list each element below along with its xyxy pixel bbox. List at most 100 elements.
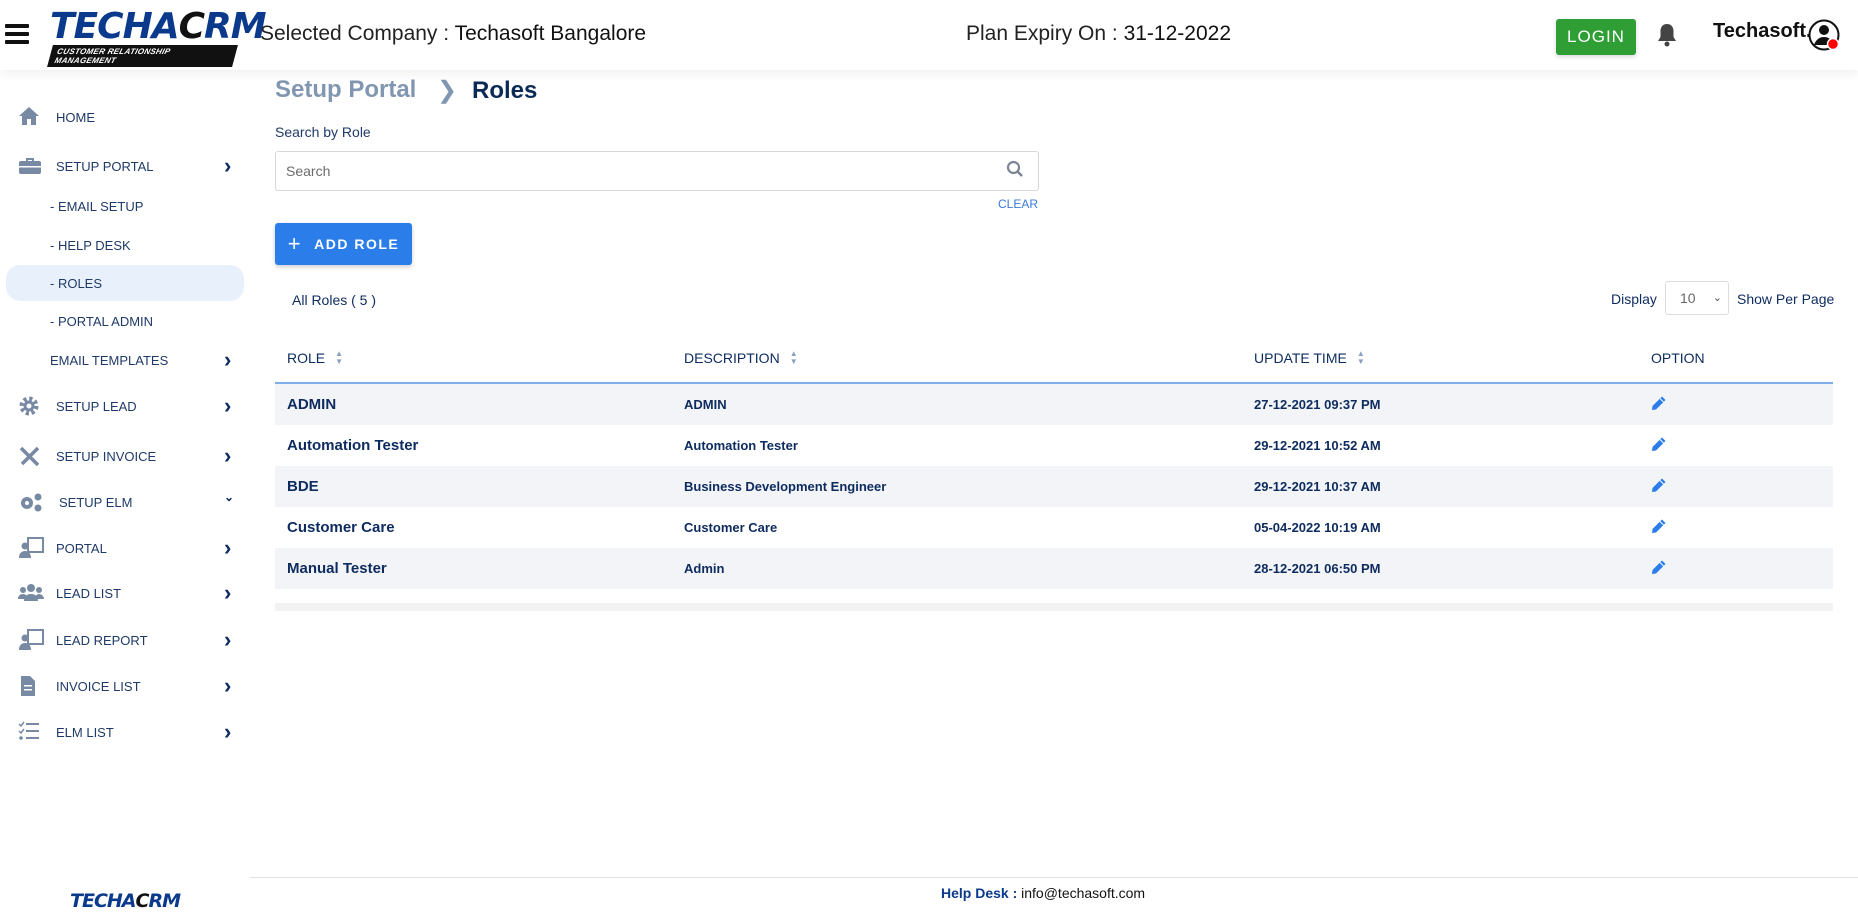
sort-icon[interactable]: ▲ ▼ bbox=[790, 350, 798, 366]
edit-pencil-icon[interactable] bbox=[1651, 559, 1667, 575]
sidebar-item-label: LEAD LIST bbox=[56, 585, 122, 601]
role-description: Customer Care bbox=[684, 520, 778, 535]
checklist-icon bbox=[18, 721, 44, 743]
gears-icon bbox=[18, 491, 44, 513]
presentation-icon bbox=[18, 537, 44, 559]
sidebar-item-setup-elm[interactable]: SETUP ELM ⌄ bbox=[6, 484, 244, 520]
table-row: ADMIN ADMIN 27-12-2021 09:37 PM bbox=[275, 384, 1833, 425]
sidebar-item-label: HOME bbox=[56, 109, 95, 125]
sort-icon[interactable]: ▲ ▼ bbox=[1357, 350, 1365, 366]
sidebar-item-portal[interactable]: PORTAL › bbox=[6, 530, 244, 566]
sidebar-item-help-desk[interactable]: - HELP DESK bbox=[6, 227, 244, 263]
edit-pencil-icon[interactable] bbox=[1651, 477, 1667, 493]
chevron-right-icon[interactable]: › bbox=[224, 535, 231, 561]
chevron-right-icon[interactable]: › bbox=[224, 580, 231, 606]
display-label: Display bbox=[1611, 291, 1657, 307]
sidebar-item-label: SETUP ELM bbox=[59, 494, 133, 510]
sidebar-item-email-templates[interactable]: EMAIL TEMPLATES › bbox=[6, 342, 244, 378]
sidebar-item-invoice-list[interactable]: INVOICE LIST › bbox=[6, 668, 244, 704]
role-description: Automation Tester bbox=[684, 438, 798, 453]
sidebar-item-label: - PORTAL ADMIN bbox=[50, 313, 154, 329]
table-header: ROLE ▲ ▼ DESCRIPTION ▲ ▼ UPDATE TIME ▲ ▼ OPTIO… bbox=[275, 335, 1833, 384]
role-description: Admin bbox=[684, 561, 725, 576]
document-icon bbox=[18, 675, 44, 697]
show-per-page-label: Show Per Page bbox=[1737, 291, 1835, 307]
sidebar-item-label: ELM LIST bbox=[56, 724, 114, 740]
add-role-button[interactable]: + ADD ROLE bbox=[275, 223, 412, 265]
plus-icon: + bbox=[287, 231, 303, 256]
sidebar-item-setup-lead[interactable]: SETUP LEAD › bbox=[6, 388, 244, 424]
gear-icon bbox=[18, 395, 44, 417]
roles-count: All Roles ( 5 ) bbox=[292, 292, 377, 308]
roles-table: ROLE ▲ ▼ DESCRIPTION ▲ ▼ UPDATE TIME ▲ ▼ OPTIO… bbox=[275, 335, 1833, 611]
chevron-right-icon[interactable]: › bbox=[224, 673, 231, 699]
bell-icon[interactable] bbox=[1656, 22, 1678, 48]
table-body: ADMIN ADMIN 27-12-2021 09:37 PM Automation … bbox=[275, 384, 1833, 589]
update-time: 29-12-2021 10:52 AM bbox=[1254, 438, 1381, 453]
role-name: Automation Tester bbox=[287, 437, 419, 454]
top-header: TECHACRM CUSTOMER RELATIONSHIP MANAGEMEN… bbox=[0, 0, 1858, 70]
role-name: Customer Care bbox=[287, 519, 395, 536]
sidebar-item-label: PORTAL bbox=[56, 540, 107, 556]
role-name: ADMIN bbox=[287, 396, 337, 413]
column-option: OPTION bbox=[1651, 350, 1705, 366]
table-row: BDE Business Development Engineer 29-12-20… bbox=[275, 466, 1833, 507]
search-icon[interactable] bbox=[1006, 160, 1024, 178]
breadcrumb-parent[interactable]: Setup Portal bbox=[275, 76, 416, 104]
update-time: 27-12-2021 09:37 PM bbox=[1254, 397, 1381, 412]
selected-company: Selected Company : Techasoft Bangalore bbox=[260, 22, 647, 45]
clear-link[interactable]: CLEAR bbox=[998, 197, 1038, 211]
page-title: Roles bbox=[472, 77, 538, 104]
chevron-right-icon[interactable]: › bbox=[224, 719, 231, 745]
login-button[interactable]: LOGIN bbox=[1556, 19, 1636, 55]
breadcrumb-chevron-icon: ❯ bbox=[437, 77, 458, 104]
sidebar-item-setup-invoice[interactable]: SETUP INVOICE › bbox=[6, 438, 244, 474]
update-time: 29-12-2021 10:37 AM bbox=[1254, 479, 1381, 494]
sidebar-item-label: - ROLES bbox=[50, 275, 103, 291]
sidebar-item-setup-portal[interactable]: SETUP PORTAL › bbox=[6, 148, 244, 184]
update-time: 05-04-2022 10:19 AM bbox=[1254, 520, 1381, 535]
sidebar-item-label: SETUP INVOICE bbox=[56, 448, 157, 464]
hamburger-menu-icon[interactable] bbox=[5, 24, 29, 44]
sidebar-item-lead-report[interactable]: LEAD REPORT › bbox=[6, 622, 244, 658]
sidebar-item-portal-admin[interactable]: - PORTAL ADMIN bbox=[6, 303, 244, 339]
chevron-down-icon: ⌄ bbox=[1712, 292, 1722, 304]
column-update-time[interactable]: UPDATE TIME ▲ ▼ bbox=[1254, 350, 1365, 367]
column-description[interactable]: DESCRIPTION ▲ ▼ bbox=[684, 350, 798, 367]
table-row: Automation Tester Automation Tester 29-12-… bbox=[275, 425, 1833, 466]
sidebar-item-roles[interactable]: - ROLES bbox=[6, 265, 244, 301]
user-avatar-icon[interactable] bbox=[1808, 19, 1841, 52]
sidebar-item-label: INVOICE LIST bbox=[56, 678, 141, 694]
sort-icon[interactable]: ▲ ▼ bbox=[335, 350, 343, 366]
edit-pencil-icon[interactable] bbox=[1651, 436, 1667, 452]
sidebar-item-home[interactable]: HOME bbox=[6, 99, 244, 135]
chevron-right-icon[interactable]: › bbox=[224, 443, 231, 469]
sidebar-item-email-setup[interactable]: - EMAIL SETUP bbox=[6, 188, 244, 224]
sidebar-item-label: - HELP DESK bbox=[50, 237, 131, 253]
chevron-right-icon[interactable]: › bbox=[224, 347, 231, 373]
column-role[interactable]: ROLE ▲ ▼ bbox=[287, 350, 343, 367]
presentation-icon bbox=[18, 629, 44, 651]
search-input[interactable] bbox=[275, 151, 1039, 191]
chevron-down-icon[interactable]: ⌄ bbox=[224, 490, 234, 504]
chevron-right-icon[interactable]: › bbox=[224, 627, 231, 653]
footer-divider bbox=[250, 877, 1858, 878]
plan-expiry: Plan Expiry On : 31-12-2022 bbox=[966, 22, 1231, 45]
sidebar-item-elm-list[interactable]: ELM LIST › bbox=[6, 714, 244, 750]
toolbox-icon bbox=[18, 155, 44, 177]
search-label: Search by Role bbox=[275, 124, 371, 140]
role-description: Business Development Engineer bbox=[684, 479, 887, 494]
chevron-right-icon[interactable]: › bbox=[224, 393, 231, 419]
edit-pencil-icon[interactable] bbox=[1651, 395, 1667, 411]
edit-pencil-icon[interactable] bbox=[1651, 518, 1667, 534]
per-page-select[interactable]: 10 ⌄ bbox=[1665, 281, 1729, 315]
role-name: Manual Tester bbox=[287, 560, 387, 577]
sidebar-item-label: EMAIL TEMPLATES bbox=[50, 352, 169, 368]
chevron-right-icon[interactable]: › bbox=[224, 153, 231, 179]
user-name[interactable]: Techasoft. bbox=[1713, 20, 1812, 43]
sidebar-item-lead-list[interactable]: LEAD LIST › bbox=[6, 575, 244, 611]
users-icon bbox=[18, 582, 44, 604]
table-row: Manual Tester Admin 28-12-2021 06:50 PM bbox=[275, 548, 1833, 589]
sidebar-item-label: LEAD REPORT bbox=[56, 632, 148, 648]
logo[interactable]: TECHACRM CUSTOMER RELATIONSHIP MANAGEMEN… bbox=[47, 9, 267, 67]
